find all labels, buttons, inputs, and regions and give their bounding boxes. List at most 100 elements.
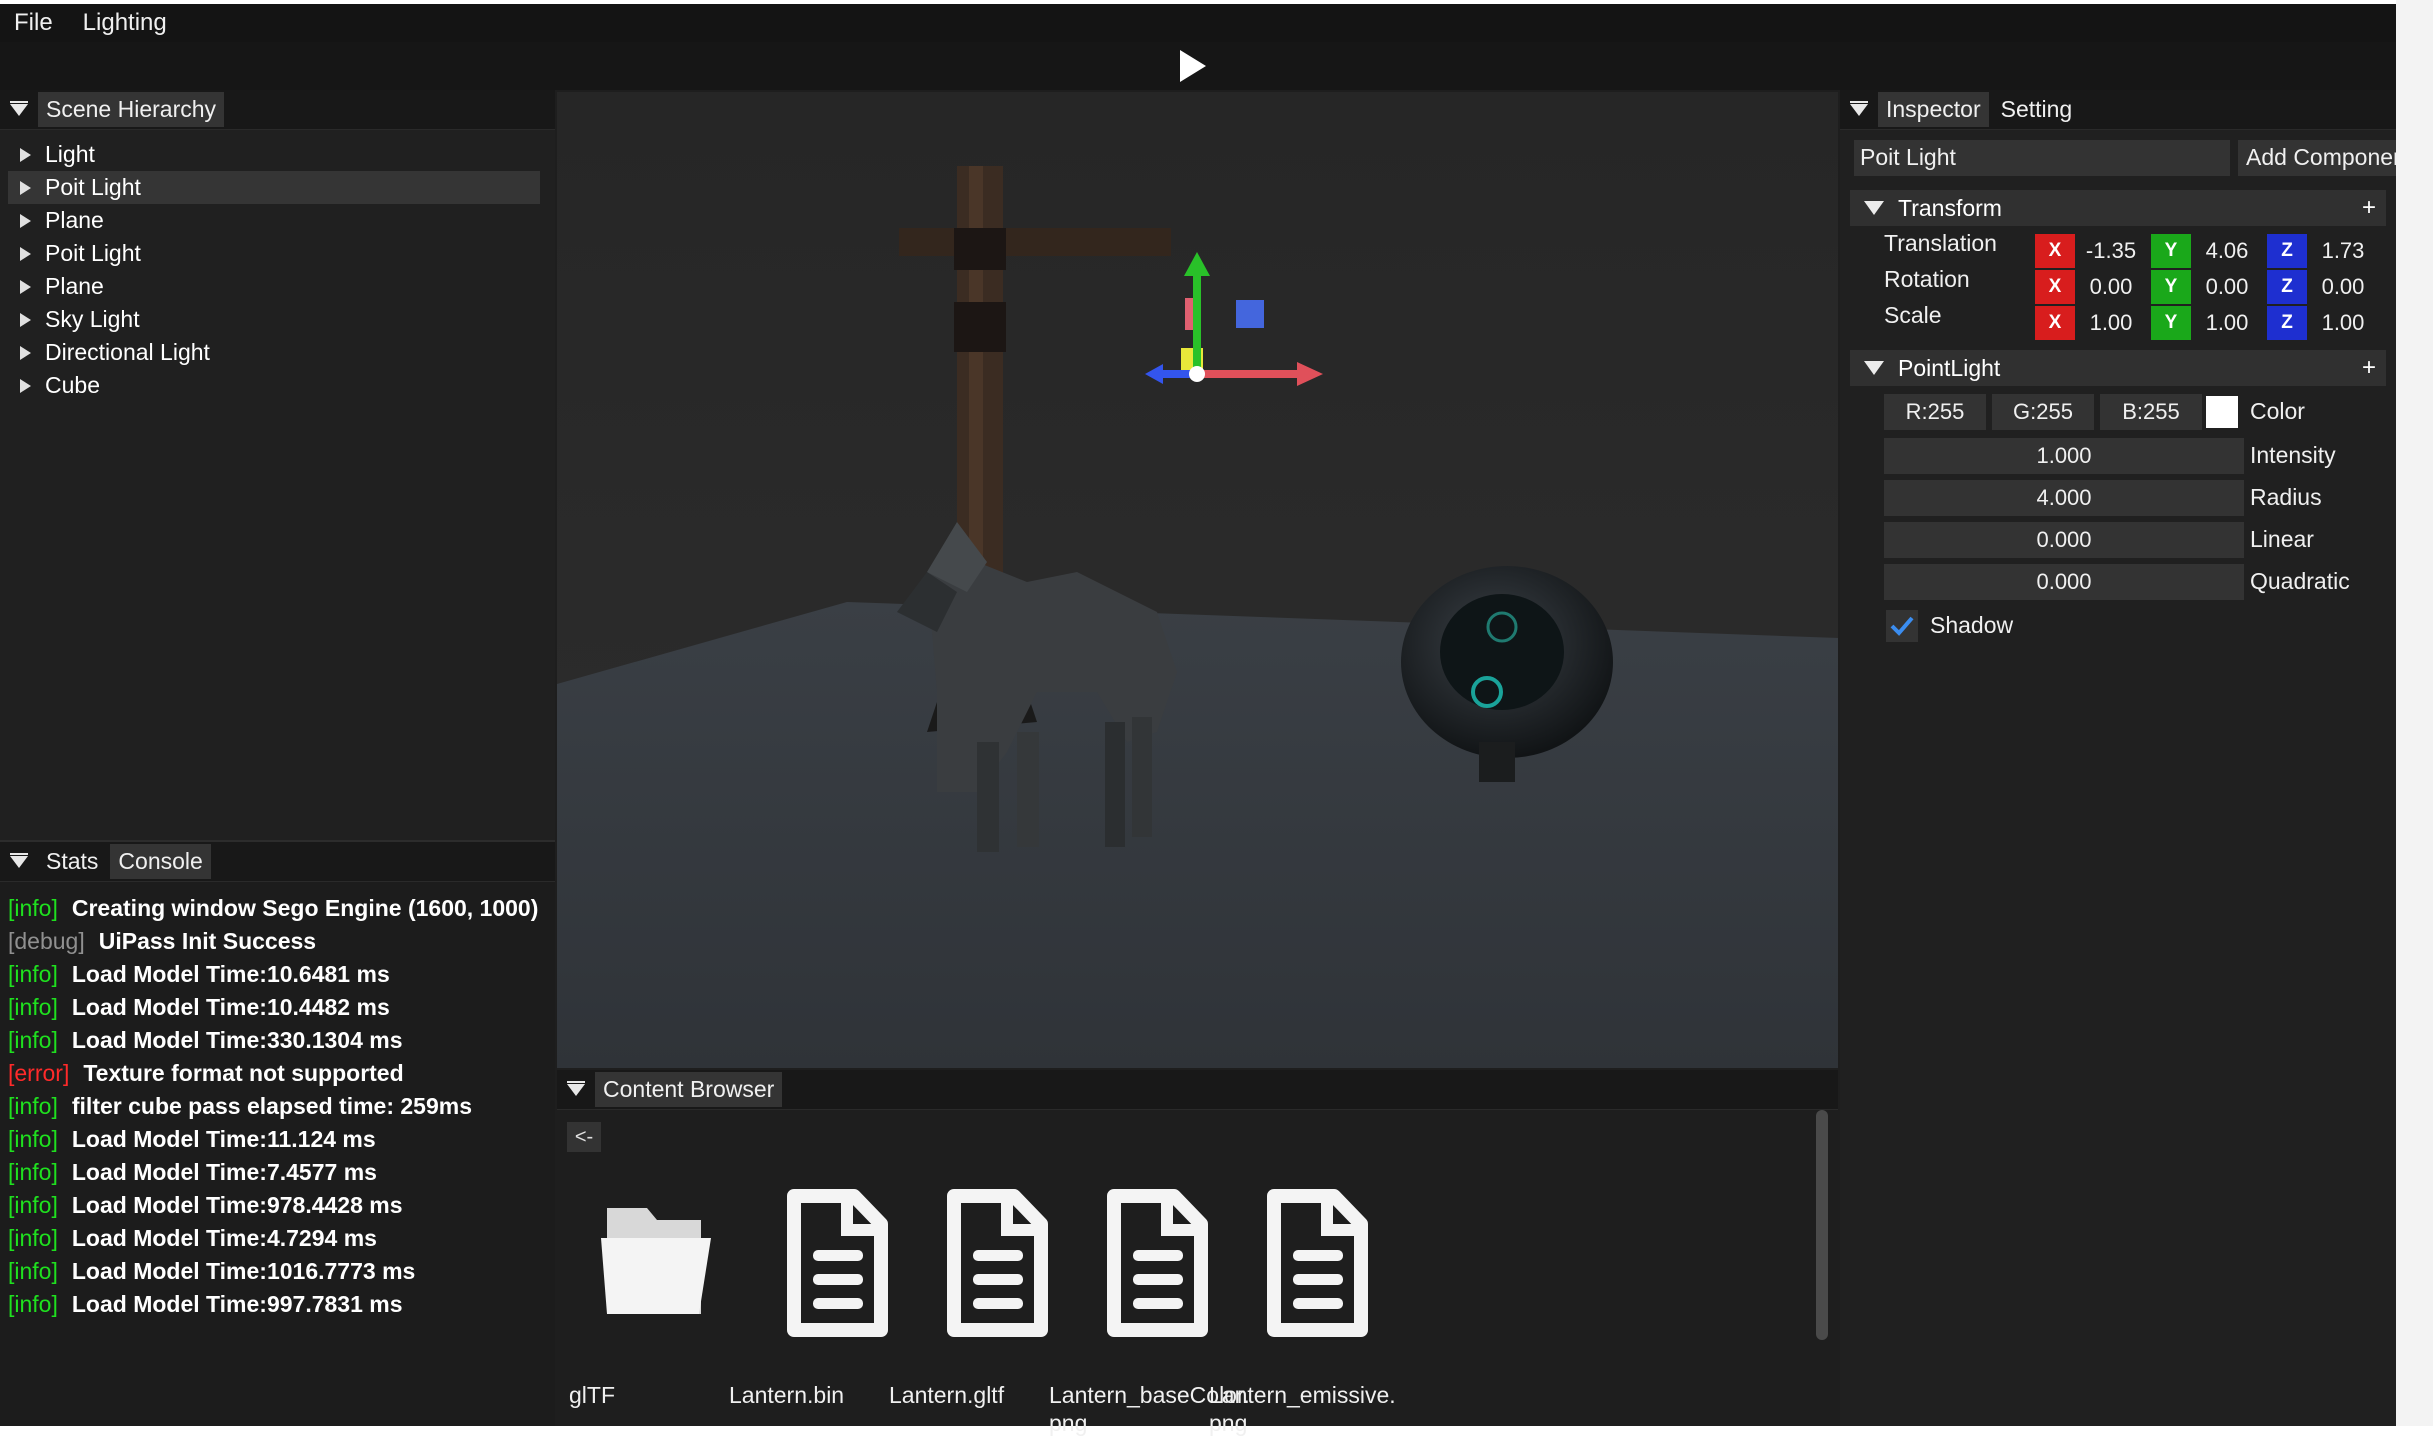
color-g-field[interactable]: G:255 [1992, 394, 2094, 430]
log-level-tag: [info] [8, 1126, 58, 1152]
hierarchy-item[interactable]: Poit Light [8, 237, 540, 270]
expand-arrow-icon[interactable] [20, 180, 31, 195]
property-value-field[interactable]: 0.000 [1884, 564, 2244, 600]
hierarchy-item[interactable]: Light [8, 138, 540, 171]
viewport-render [557, 92, 1838, 1068]
file-name: Lantern_emissive. png [1209, 1382, 1396, 1436]
collapse-icon[interactable] [1850, 100, 1868, 116]
inspector-panel: Inspector Setting Poit Light Add Compone… [1840, 90, 2396, 1426]
scene-viewport[interactable] [557, 92, 1838, 1068]
log-message: UiPass Init Success [98, 928, 317, 954]
file-item[interactable]: Lantern_emissive. png [1209, 1188, 1439, 1437]
log-message: Load Model Time:330.1304 ms [71, 1027, 403, 1053]
log-message: Load Model Time:978.4428 ms [71, 1192, 403, 1218]
panel-header: Stats Console [0, 842, 555, 882]
collapse-icon[interactable] [10, 100, 28, 116]
tab-stats[interactable]: Stats [38, 844, 106, 879]
transform-z-field[interactable]: 1.00 [2307, 306, 2379, 340]
expand-arrow-icon[interactable] [20, 312, 31, 327]
transform-x-field[interactable]: -1.35 [2075, 234, 2147, 268]
hierarchy-item-label: Directional Light [45, 339, 210, 365]
panel-header: Content Browser [557, 1070, 1838, 1110]
file-icon [1107, 1189, 1208, 1337]
log-line: [info] Creating window Sego Engine (1600,… [8, 892, 548, 925]
tab-inspector[interactable]: Inspector [1878, 92, 1989, 127]
transform-row-label: Scale [1884, 302, 1942, 328]
expand-arrow-icon[interactable] [20, 345, 31, 360]
expand-arrow-icon[interactable] [20, 147, 31, 162]
log-message: Load Model Time:10.6481 ms [71, 961, 390, 987]
property-label: Linear [2250, 526, 2314, 552]
tab-setting[interactable]: Setting [1993, 92, 2081, 127]
expand-arrow-icon[interactable] [20, 279, 31, 294]
hierarchy-item[interactable]: Sky Light [8, 303, 540, 336]
transform-y-field[interactable]: 0.00 [2191, 270, 2263, 304]
log-level-tag: [error] [8, 1060, 70, 1086]
axis-z-badge: Z [2267, 270, 2307, 304]
property-value-field[interactable]: 4.000 [1884, 480, 2244, 516]
log-level-tag: [info] [8, 1225, 58, 1251]
collapse-icon[interactable] [10, 852, 28, 868]
tab-console[interactable]: Console [110, 844, 211, 879]
expand-arrow-icon[interactable] [20, 213, 31, 228]
shadow-checkbox[interactable] [1886, 610, 1918, 642]
hierarchy-item-label: Poit Light [45, 240, 141, 266]
chevron-down-icon [1864, 201, 1884, 215]
collapse-icon[interactable] [567, 1080, 585, 1096]
tab-scene-hierarchy[interactable]: Scene Hierarchy [38, 92, 225, 127]
desktop-background [2396, 0, 2433, 1426]
hierarchy-tree: Light Poit Light Plane Poit Light Plane Sky L… [8, 138, 540, 402]
hierarchy-item[interactable]: Plane [8, 204, 540, 237]
hierarchy-item[interactable]: Directional Light [8, 336, 540, 369]
back-button[interactable]: <- [567, 1122, 601, 1152]
expand-arrow-icon[interactable] [20, 246, 31, 261]
transform-row-label: Rotation [1884, 266, 1970, 292]
hierarchy-item-label: Sky Light [45, 306, 140, 332]
color-swatch[interactable] [2206, 396, 2238, 428]
chevron-down-icon [1864, 361, 1884, 375]
log-line: [info] Load Model Time:10.6481 ms [8, 958, 548, 991]
transform-x-field[interactable]: 0.00 [2075, 270, 2147, 304]
expand-arrow-icon[interactable] [20, 378, 31, 393]
transform-header[interactable]: Transform + [1850, 190, 2386, 226]
hierarchy-item-label: Light [45, 141, 95, 167]
color-r-field[interactable]: R:255 [1884, 394, 1986, 430]
log-message: Texture format not supported [83, 1060, 404, 1086]
log-level-tag: [debug] [8, 928, 85, 954]
log-level-tag: [info] [8, 895, 58, 921]
hierarchy-item[interactable]: Cube [8, 369, 540, 402]
hierarchy-item[interactable]: Poit Light [8, 171, 540, 204]
log-line: [info] Load Model Time:1016.7773 ms [8, 1255, 548, 1288]
transform-title: Transform [1898, 194, 2002, 221]
add-icon[interactable]: + [2362, 194, 2376, 222]
hierarchy-item[interactable]: Plane [8, 270, 540, 303]
entity-name-field[interactable]: Poit Light [1854, 140, 2230, 176]
menu-lighting[interactable]: Lighting [83, 9, 167, 37]
hierarchy-item-label: Plane [45, 207, 104, 233]
play-icon[interactable] [1180, 50, 1206, 82]
property-label: Intensity [2250, 442, 2336, 468]
transform-z-field[interactable]: 1.73 [2307, 234, 2379, 268]
transform-y-field[interactable]: 4.06 [2191, 234, 2263, 268]
add-component-button[interactable]: Add Component [2238, 140, 2396, 176]
property-value-field[interactable]: 1.000 [1884, 438, 2244, 474]
log-level-tag: [info] [8, 1192, 58, 1218]
property-label: Radius [2250, 484, 2322, 510]
transform-y-field[interactable]: 1.00 [2191, 306, 2263, 340]
color-b-field[interactable]: B:255 [2100, 394, 2202, 430]
log-level-tag: [info] [8, 961, 58, 987]
axis-z-badge: Z [2267, 234, 2307, 268]
menu-file[interactable]: File [14, 9, 53, 37]
transform-x-field[interactable]: 1.00 [2075, 306, 2147, 340]
add-icon[interactable]: + [2362, 354, 2376, 382]
transform-z-field[interactable]: 0.00 [2307, 270, 2379, 304]
pointlight-header[interactable]: PointLight + [1850, 350, 2386, 386]
axis-y-badge: Y [2151, 234, 2191, 268]
scrollbar[interactable] [1816, 1110, 1828, 1340]
property-value-field[interactable]: 0.000 [1884, 522, 2244, 558]
panel-header: Inspector Setting [1840, 90, 2396, 130]
ground-plane [557, 602, 1838, 1068]
axis-y-badge: Y [2151, 270, 2191, 304]
log-line: [error] Texture format not supported [8, 1057, 548, 1090]
tab-content-browser[interactable]: Content Browser [595, 1072, 783, 1107]
